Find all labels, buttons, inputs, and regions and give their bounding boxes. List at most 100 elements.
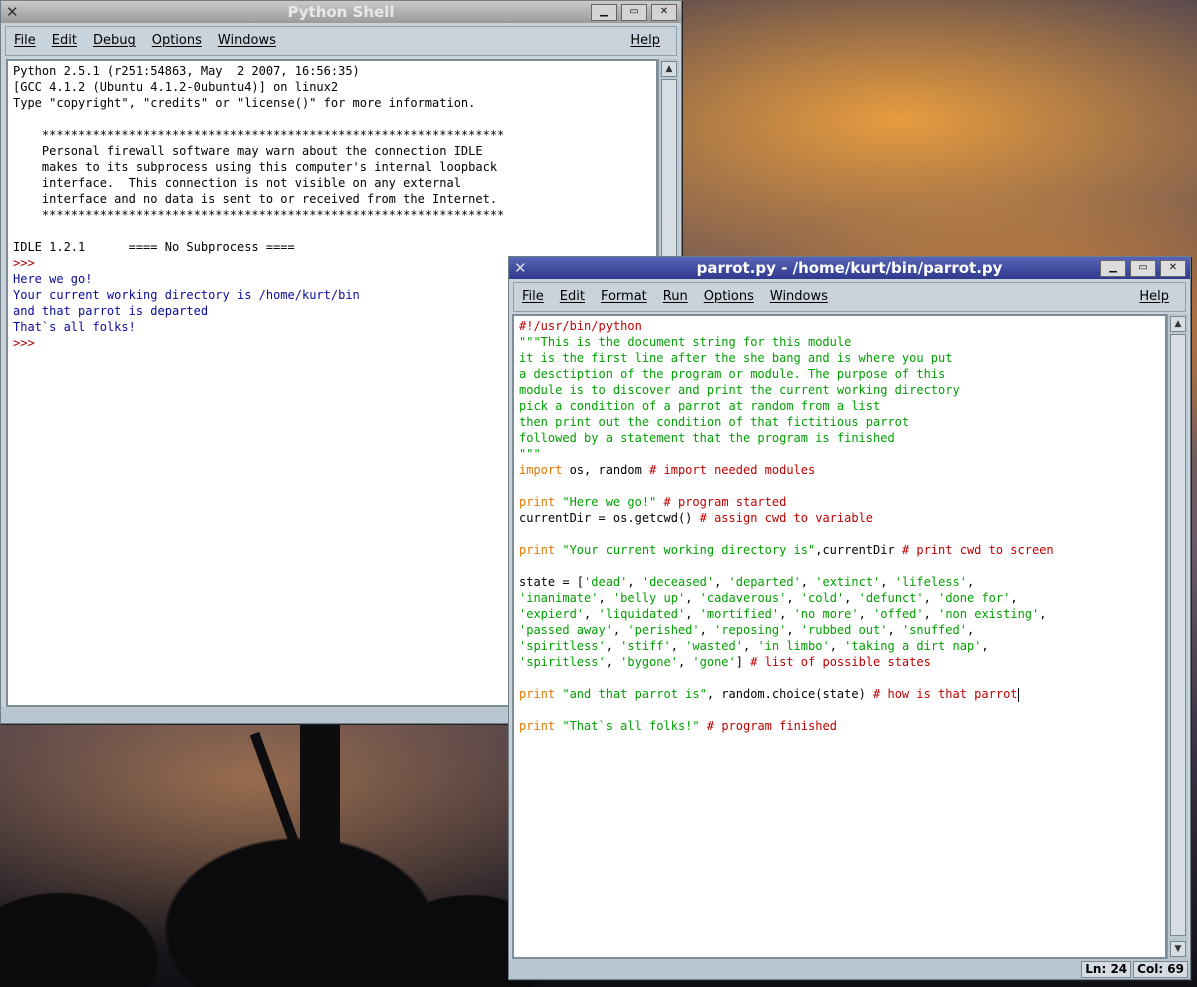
editor-text-area[interactable]: #!/usr/bin/python """This is the document… [512, 314, 1167, 959]
code-token: 'bygone' [620, 655, 678, 669]
maximize-button[interactable]: ▭ [621, 4, 647, 21]
menu-windows[interactable]: Windows [210, 27, 284, 55]
menu-format[interactable]: Format [593, 283, 655, 311]
code-token: , [699, 623, 715, 637]
shell-line: interface. This connection is not visibl… [13, 176, 461, 190]
code-line: followed by a statement that the program… [519, 430, 1160, 446]
code-token: print [519, 719, 556, 733]
code-token: , [887, 623, 902, 637]
code-token: , [670, 639, 686, 653]
code-token: print [519, 495, 556, 509]
minimize-button[interactable]: ▁ [591, 4, 617, 21]
scroll-down-arrow[interactable]: ▼ [1170, 941, 1186, 957]
code-token: 'expierd' [519, 607, 585, 621]
code-line: """ [519, 446, 1160, 462]
code-token: os, random [562, 463, 650, 477]
close-button[interactable]: ✕ [651, 4, 677, 21]
menu-windows[interactable]: Windows [762, 283, 836, 311]
editor-scrollbar[interactable]: ▲ ▼ [1167, 314, 1188, 959]
code-token: , [966, 575, 975, 589]
shell-titlebar[interactable]: ✕ Python Shell ▁ ▭ ✕ [1, 1, 681, 23]
code-token: module is to discover and print the curr… [519, 383, 960, 397]
code-token: , [779, 607, 794, 621]
scroll-thumb[interactable] [1170, 334, 1186, 936]
code-token: 'lifeless' [894, 575, 967, 589]
code-line: pick a condition of a parrot at random f… [519, 398, 1160, 414]
code-line: it is the first line after the she bang … [519, 350, 1160, 366]
editor-status-area: Ln: 24 Col: 69 [509, 959, 1190, 979]
code-line: print "and that parrot is", random.choic… [519, 686, 1160, 702]
code-token: , [786, 623, 801, 637]
code-token: "That`s all folks!" [562, 719, 700, 733]
code-line: a desctiption of the program or module. … [519, 366, 1160, 382]
menu-options[interactable]: Options [144, 27, 210, 55]
code-token: , [677, 655, 693, 669]
shell-line: Python 2.5.1 (r251:54863, May 2 2007, 16… [13, 64, 360, 78]
code-token: pick a condition of a parrot at random f… [519, 399, 881, 413]
code-token: , [1039, 607, 1047, 621]
close-button[interactable]: ✕ [1160, 260, 1186, 277]
code-token: 'cadaverous' [699, 591, 787, 605]
code-token: 'no more' [793, 607, 859, 621]
scroll-thumb[interactable] [661, 79, 677, 261]
code-token: a desctiption of the program or module. … [519, 367, 946, 381]
code-token: 'perished' [627, 623, 700, 637]
code-token: , random.choice(state) [706, 687, 874, 701]
window-menu-icon[interactable]: ✕ [514, 257, 527, 279]
code-token: # print cwd to screen [901, 543, 1054, 557]
editor-titlebar[interactable]: ✕ parrot.py - /home/kurt/bin/parrot.py ▁… [509, 257, 1190, 279]
menu-edit[interactable]: Edit [552, 283, 593, 311]
code-token: , [742, 639, 758, 653]
menu-debug[interactable]: Debug [85, 27, 144, 55]
code-token: # import needed modules [649, 463, 816, 477]
code-token: import [519, 463, 563, 477]
menu-edit[interactable]: Edit [44, 27, 85, 55]
status-column: Col: 69 [1133, 961, 1188, 978]
code-line: print "Your current working directory is… [519, 542, 1160, 558]
code-token: , [880, 575, 895, 589]
code-line: print "That`s all folks!" # program fini… [519, 718, 1160, 734]
text-cursor [1017, 687, 1019, 702]
editor-statusbar: Ln: 24 Col: 69 [1081, 961, 1188, 978]
window-menu-icon[interactable]: ✕ [6, 1, 19, 23]
code-token: 'done for' [938, 591, 1011, 605]
code-token: currentDir = os.getcwd() [519, 511, 700, 525]
code-token: , [829, 639, 845, 653]
menu-file[interactable]: File [6, 27, 44, 55]
scroll-up-arrow[interactable]: ▲ [1170, 316, 1186, 332]
code-token: 'offed' [873, 607, 924, 621]
code-token: , [923, 591, 939, 605]
code-token: # program started [663, 495, 787, 509]
scroll-up-arrow[interactable]: ▲ [661, 61, 677, 77]
code-token: 'deceased' [641, 575, 715, 589]
menu-run[interactable]: Run [655, 283, 696, 311]
maximize-button[interactable]: ▭ [1130, 260, 1156, 277]
code-line: 'spiritless', 'bygone', 'gone'] # list o… [519, 654, 1160, 670]
code-line: import os, random # import needed module… [519, 462, 1160, 478]
code-token: 'extinct' [815, 575, 881, 589]
menu-help[interactable]: Help [622, 27, 668, 55]
code-token: # how is that parrot [873, 687, 1018, 701]
menu-options[interactable]: Options [696, 283, 762, 311]
code-line: 'inanimate', 'belly up', 'cadaverous', '… [519, 590, 1160, 606]
code-line: #!/usr/bin/python [519, 318, 1160, 334]
code-token: , [923, 607, 939, 621]
code-token: , [612, 623, 628, 637]
code-token: , [966, 623, 975, 637]
menu-help[interactable]: Help [1131, 283, 1177, 311]
code-token: , [605, 639, 621, 653]
code-line: 'spiritless', 'stiff', 'wasted', 'in lim… [519, 638, 1160, 654]
code-line: print "Here we go!" # program started [519, 494, 1160, 510]
editor-menubar: File Edit Format Run Options Windows Help [513, 282, 1186, 312]
code-line: then print out the condition of that fic… [519, 414, 1160, 430]
tree-trunk [300, 720, 340, 987]
shell-line: Type "copyright", "credits" or "license(… [13, 96, 476, 110]
minimize-button[interactable]: ▁ [1100, 260, 1126, 277]
code-token: 'cold' [800, 591, 845, 605]
code-token: print [519, 543, 556, 557]
code-token: , [981, 639, 989, 653]
menu-file[interactable]: File [514, 283, 552, 311]
